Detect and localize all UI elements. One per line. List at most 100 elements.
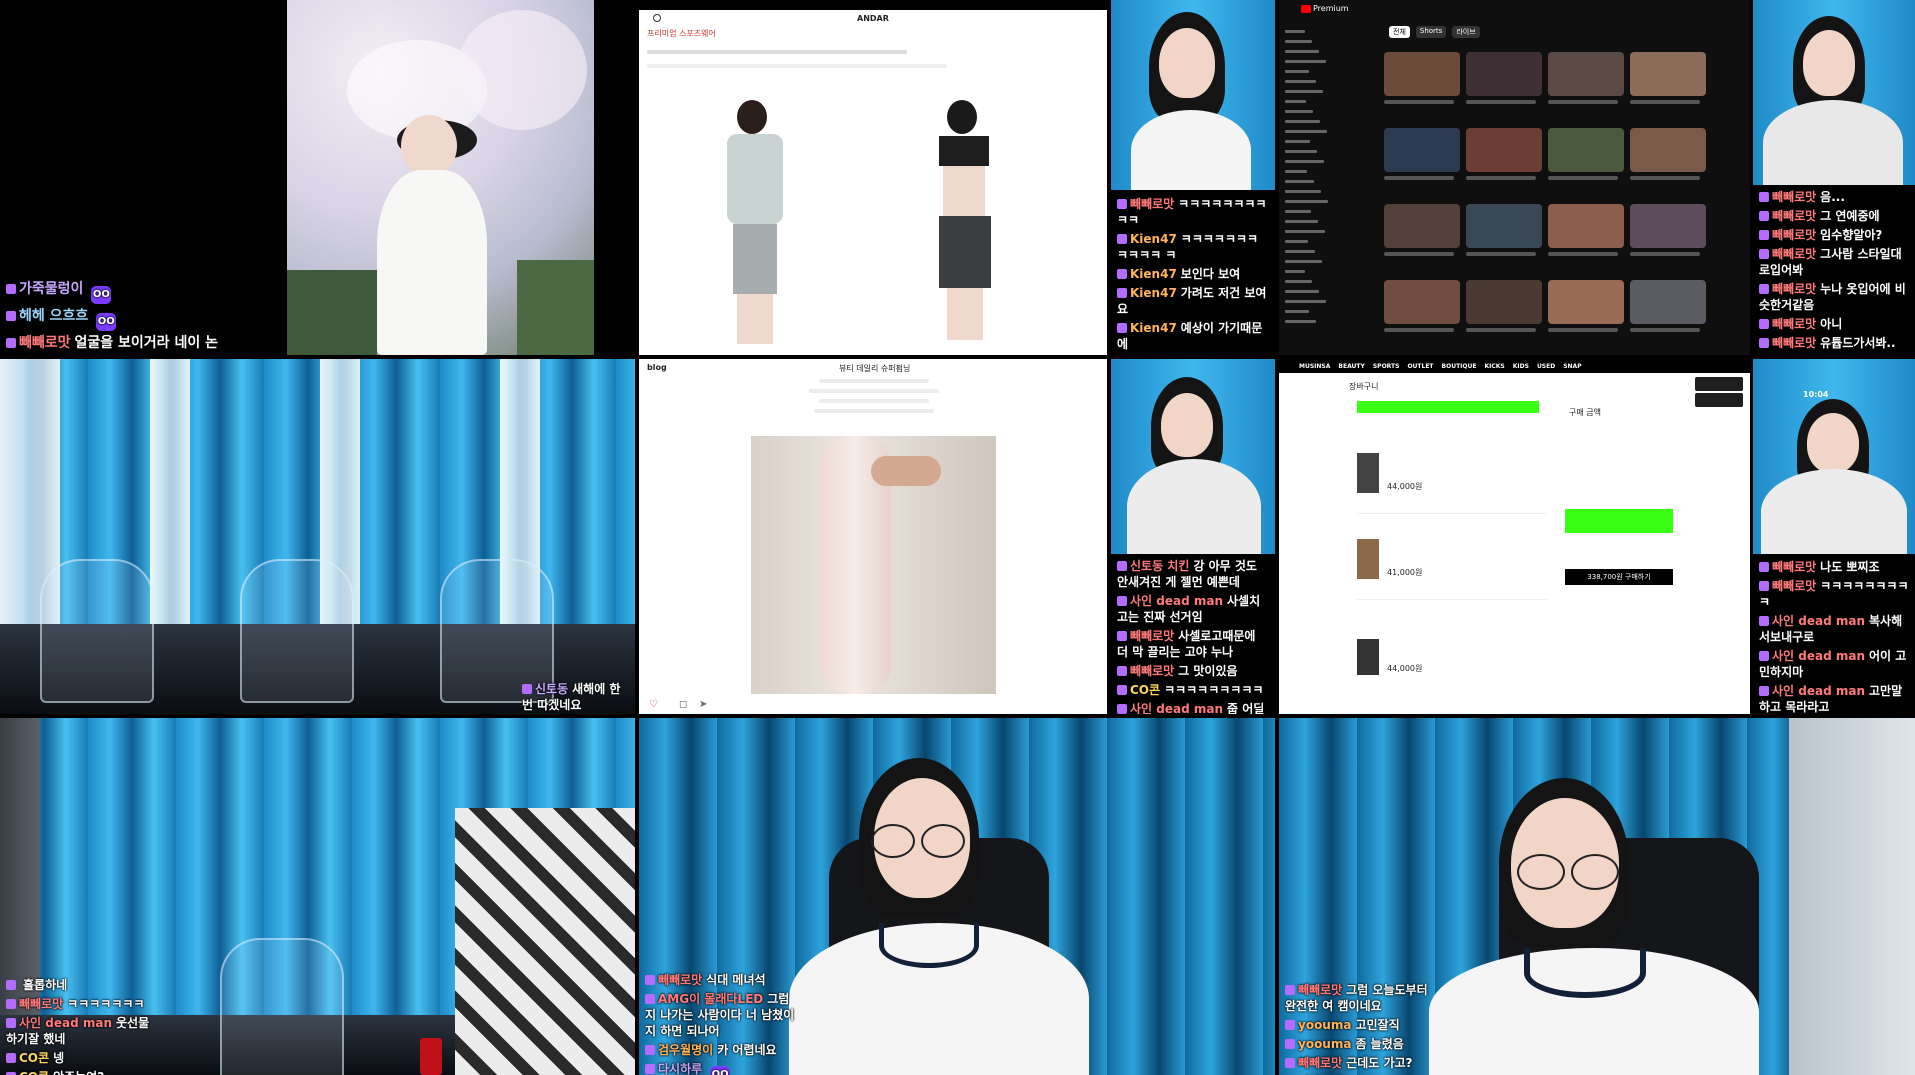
- chat-nickname[interactable]: 사인 dead man: [1130, 702, 1223, 714]
- chat-nickname[interactable]: 신토동: [535, 682, 568, 696]
- cart-item[interactable]: 41,000원: [1357, 539, 1547, 600]
- chat-nickname[interactable]: yoouma: [1298, 1037, 1351, 1051]
- sidebar-item[interactable]: [1285, 30, 1305, 33]
- nav-item-5[interactable]: KICKS: [1484, 363, 1504, 370]
- sidebar-item[interactable]: [1285, 310, 1309, 313]
- chat-nickname[interactable]: Kien47: [1130, 267, 1177, 281]
- chat-nickname[interactable]: 사인 dead man: [1772, 684, 1865, 698]
- sidebar-item[interactable]: [1285, 240, 1308, 243]
- video-thumbnail[interactable]: [1384, 52, 1460, 96]
- chat-nickname[interactable]: 빼빼로맛: [1772, 190, 1816, 204]
- cart-item[interactable]: 44,000원: [1357, 639, 1547, 689]
- sidebar-item[interactable]: [1285, 80, 1316, 83]
- nav-item-4[interactable]: BOUTIQUE: [1442, 363, 1477, 370]
- sidebar-item[interactable]: [1285, 290, 1319, 293]
- chat-nickname[interactable]: 빼빼로맛: [1772, 560, 1816, 574]
- blog-label[interactable]: blog: [647, 363, 667, 372]
- nav-item-6[interactable]: KIDS: [1513, 363, 1529, 370]
- like-icon[interactable]: ♡: [649, 699, 658, 710]
- video-thumbnail[interactable]: [1384, 280, 1460, 324]
- nav-item-3[interactable]: OUTLET: [1407, 363, 1433, 370]
- chat-nickname[interactable]: 빼빼로맛: [1130, 197, 1174, 211]
- chat-nickname[interactable]: 빼빼로맛: [1772, 228, 1816, 242]
- chat-nickname[interactable]: CO콘: [19, 1051, 49, 1065]
- sidebar-item[interactable]: [1285, 50, 1319, 53]
- video-thumbnail[interactable]: [1384, 204, 1460, 248]
- chat-nickname[interactable]: 사인 dead man: [1130, 594, 1223, 608]
- sidebar-item[interactable]: [1285, 40, 1312, 43]
- sidebar-item[interactable]: [1285, 60, 1326, 63]
- chat-nickname[interactable]: yoouma: [1298, 1018, 1351, 1032]
- chat-nickname[interactable]: 빼빼로맛: [1298, 1056, 1342, 1070]
- chat-nickname[interactable]: 빼빼로맛: [1298, 983, 1342, 997]
- chat-nickname[interactable]: 사인 dead man: [1772, 649, 1865, 663]
- chat-nickname[interactable]: 빼빼로맛: [1772, 579, 1816, 593]
- chat-nickname[interactable]: AMG이 몰래다LED: [658, 992, 763, 1006]
- sidebar-item[interactable]: [1285, 280, 1312, 283]
- video-thumbnail[interactable]: [1548, 128, 1624, 172]
- chat-nickname[interactable]: 사인 dead man: [19, 1016, 112, 1030]
- sidebar-item[interactable]: [1285, 160, 1324, 163]
- nav-item-0[interactable]: MUSINSA: [1299, 363, 1330, 370]
- sidebar-item[interactable]: [1285, 200, 1328, 203]
- chat-nickname[interactable]: 사인 dead man: [1772, 614, 1865, 628]
- sidebar-item[interactable]: [1285, 190, 1321, 193]
- chat-nickname[interactable]: 검우월명이: [658, 1043, 713, 1057]
- chat-nickname[interactable]: 빼빼로맛: [1772, 209, 1816, 223]
- sidebar-item[interactable]: [1285, 220, 1318, 223]
- sidebar-item[interactable]: [1285, 270, 1305, 273]
- video-thumbnail[interactable]: [1466, 280, 1542, 324]
- video-thumbnail[interactable]: [1548, 280, 1624, 324]
- sidebar-item[interactable]: [1285, 230, 1325, 233]
- tab-0[interactable]: 전체: [1389, 26, 1410, 38]
- comment-icon[interactable]: ◻: [679, 699, 687, 710]
- sidebar-item[interactable]: [1285, 120, 1320, 123]
- chat-nickname[interactable]: 빼빼로맛: [1130, 629, 1174, 643]
- chat-nickname[interactable]: 빼빼로맛: [1772, 317, 1816, 331]
- sidebar-item[interactable]: [1285, 70, 1309, 73]
- sidebar-item[interactable]: [1285, 210, 1311, 213]
- nav-item-1[interactable]: BEAUTY: [1338, 363, 1364, 370]
- video-thumbnail[interactable]: [1630, 128, 1706, 172]
- tab-1[interactable]: Shorts: [1415, 26, 1447, 38]
- video-thumbnail[interactable]: [1630, 280, 1706, 324]
- blog-photo[interactable]: [751, 436, 996, 694]
- sidebar-item[interactable]: [1285, 260, 1322, 263]
- promo-bar[interactable]: [1357, 401, 1539, 413]
- youtube-logo[interactable]: [1301, 5, 1311, 13]
- brand-logo[interactable]: ANDAR: [857, 14, 889, 23]
- sidebar-item[interactable]: [1285, 130, 1327, 133]
- chat-nickname[interactable]: Kien47: [1130, 321, 1177, 335]
- chat-nickname[interactable]: 빼빼로맛: [1130, 664, 1174, 678]
- video-thumbnail[interactable]: [1630, 52, 1706, 96]
- sidebar-item[interactable]: [1285, 110, 1313, 113]
- share-icon[interactable]: ➤: [699, 699, 707, 710]
- chat-nickname[interactable]: 빼빼로맛: [19, 997, 63, 1011]
- sidebar-item[interactable]: [1285, 250, 1315, 253]
- sidebar-item[interactable]: [1285, 180, 1314, 183]
- buy-button[interactable]: 338,700원 구매하기: [1565, 569, 1673, 585]
- tab-2[interactable]: 라이브: [1452, 26, 1480, 38]
- chat-nickname[interactable]: 다시하루: [658, 1062, 702, 1075]
- sidebar-item[interactable]: [1285, 320, 1316, 323]
- sidebar-item[interactable]: [1285, 140, 1310, 143]
- video-thumbnail[interactable]: [1630, 204, 1706, 248]
- sidebar-item[interactable]: [1285, 90, 1323, 93]
- sidebar-item[interactable]: [1285, 150, 1317, 153]
- sidebar-item[interactable]: [1285, 100, 1306, 103]
- video-thumbnail[interactable]: [1548, 204, 1624, 248]
- video-thumbnail[interactable]: [1548, 52, 1624, 96]
- chat-nickname[interactable]: 빼빼로맛: [658, 973, 702, 987]
- coupon-box[interactable]: [1565, 509, 1673, 533]
- product-model-jacket[interactable]: [709, 100, 799, 350]
- chat-nickname[interactable]: CO콘: [1130, 683, 1160, 697]
- video-thumbnail[interactable]: [1466, 204, 1542, 248]
- chat-nickname[interactable]: 빼빼로맛: [1772, 282, 1816, 296]
- chat-nickname[interactable]: 빼빼로맛: [1772, 336, 1816, 350]
- video-thumbnail[interactable]: [1384, 128, 1460, 172]
- nav-item-8[interactable]: SNAP: [1563, 363, 1581, 370]
- chat-nickname[interactable]: Kien47: [1130, 286, 1177, 300]
- cart-item[interactable]: 44,000원: [1357, 453, 1547, 514]
- chat-nickname[interactable]: 빼빼로맛: [1772, 247, 1816, 261]
- chat-nickname[interactable]: CO콘: [19, 1070, 49, 1075]
